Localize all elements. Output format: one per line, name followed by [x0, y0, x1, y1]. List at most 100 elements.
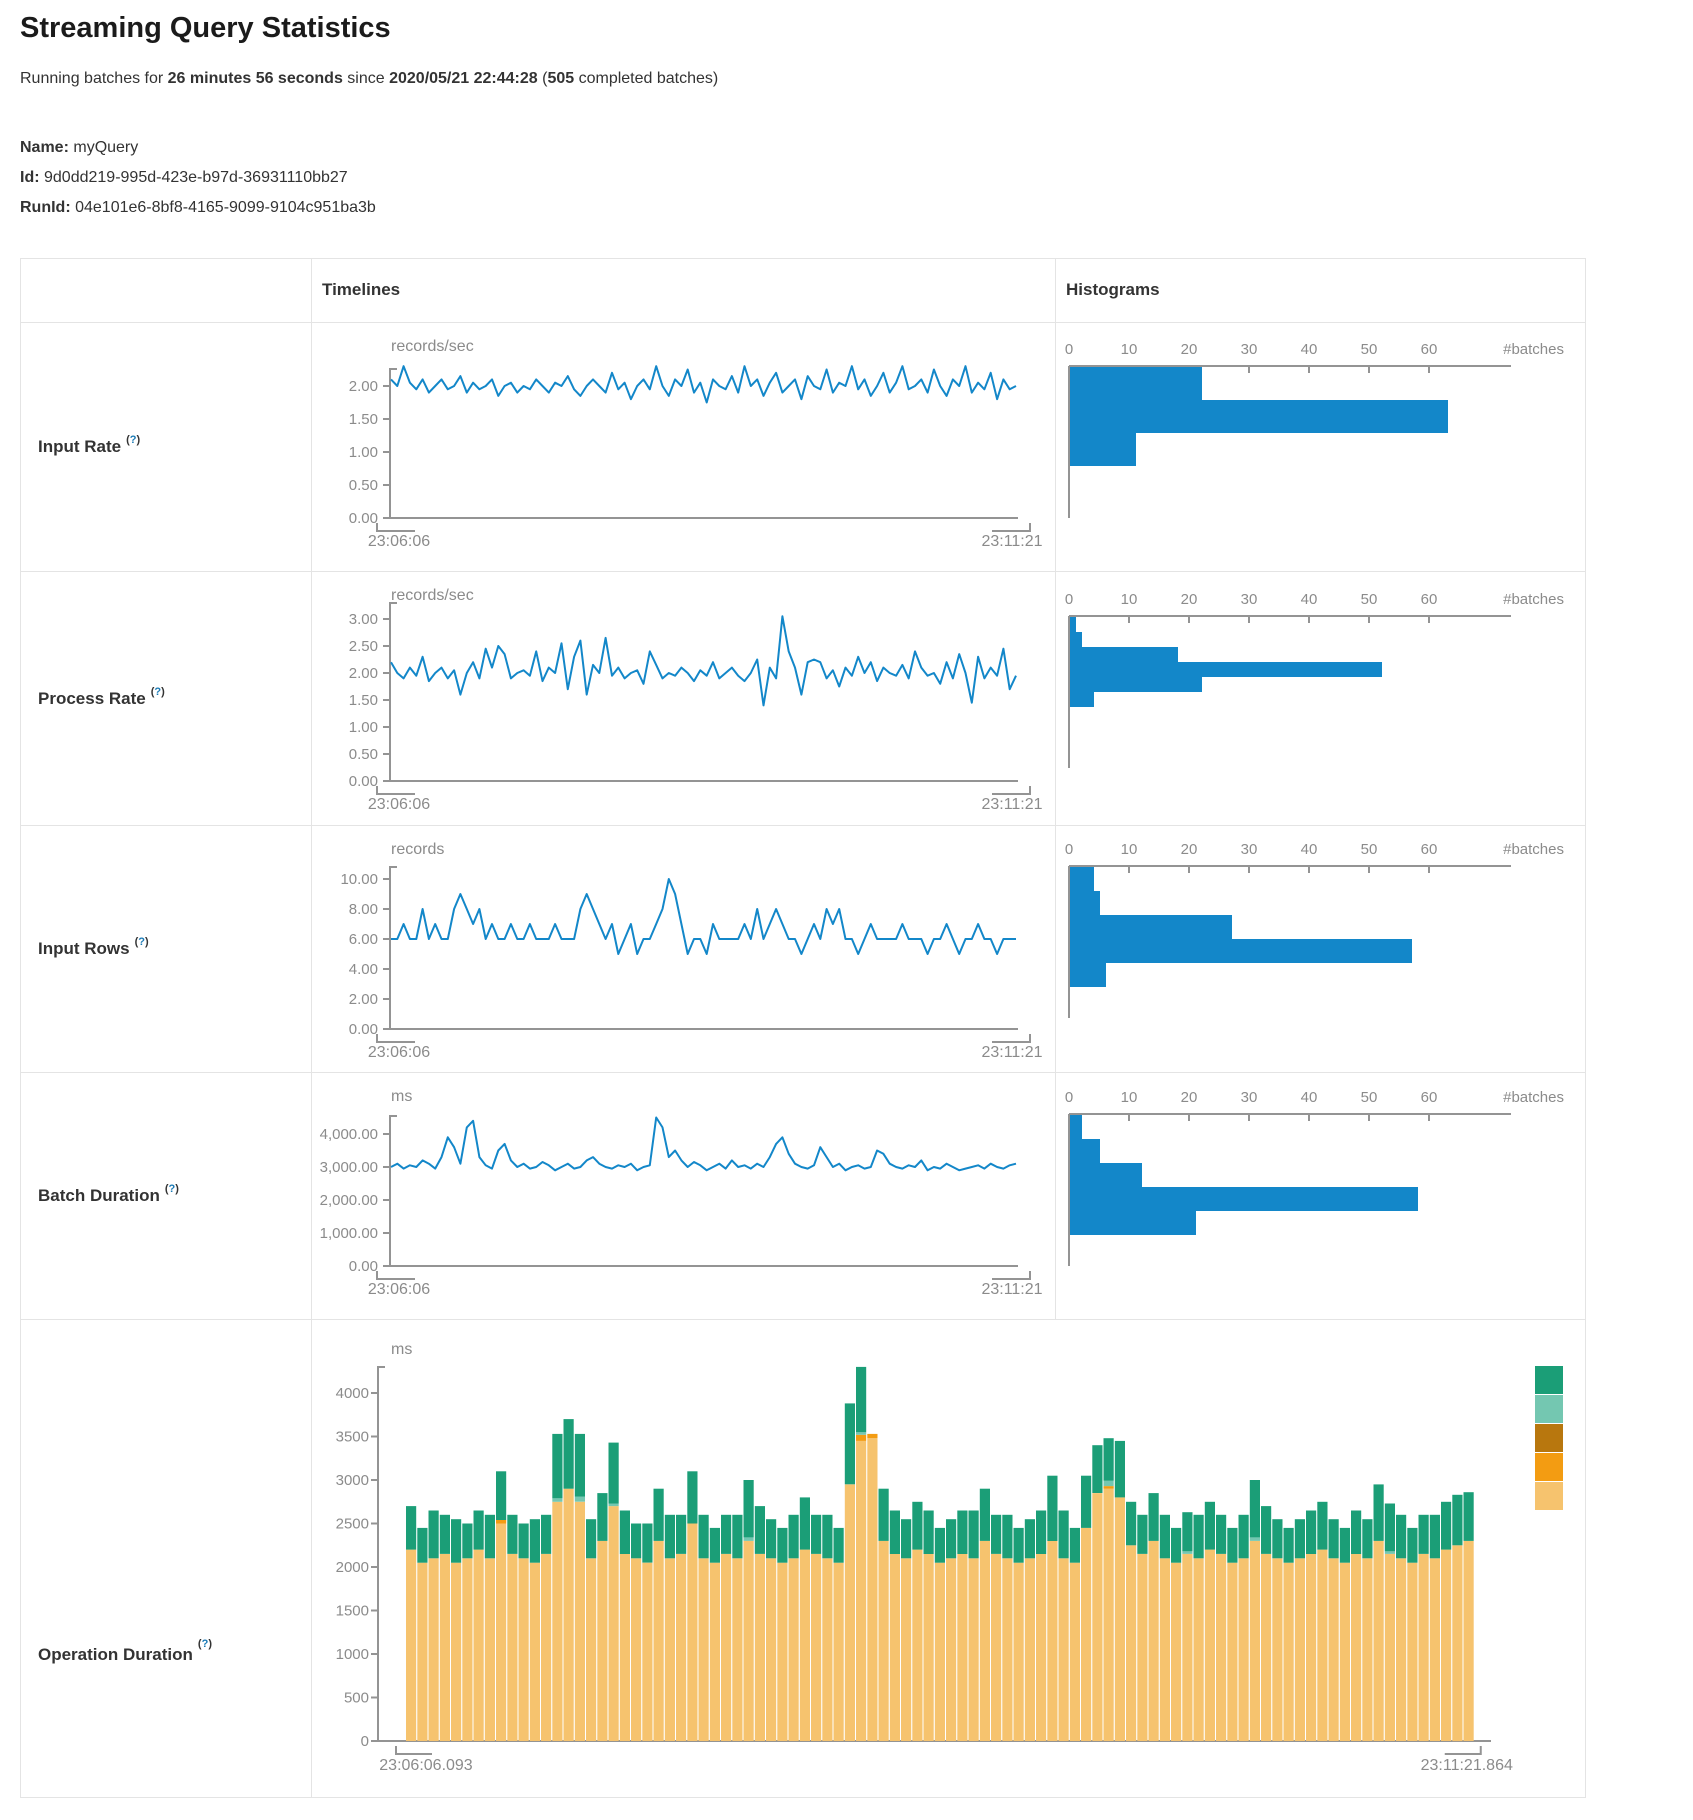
- stack-segment: [1194, 1558, 1204, 1741]
- stack-segment: [1284, 1528, 1294, 1563]
- histogram-bar: [1070, 677, 1202, 692]
- stack-segment: [732, 1515, 742, 1559]
- process-rate-timeline-cell: records/sec0.000.501.001.502.002.503.002…: [312, 572, 1056, 826]
- y-tick-label: 1.00: [349, 444, 378, 461]
- stack-segment: [564, 1489, 574, 1741]
- stack-segment: [1385, 1554, 1395, 1741]
- x-tick-label: 40: [1301, 591, 1318, 608]
- operation-duration-stacked-chart[interactable]: ms0500100015002000250030003500400023:06:…: [312, 1320, 1586, 1798]
- stack-segment: [1464, 1541, 1474, 1741]
- stack-segment: [957, 1554, 967, 1741]
- help-icon[interactable]: (?): [165, 1183, 179, 1195]
- x-tick-label: 10: [1121, 841, 1138, 858]
- stack-segment: [1115, 1497, 1125, 1741]
- x-axis-start-bracket: [396, 1746, 432, 1754]
- help-icon[interactable]: (?): [151, 686, 165, 698]
- x-axis-start-label: 23:06:06.093: [379, 1757, 473, 1774]
- stack-segment: [1452, 1495, 1462, 1546]
- stack-segment: [519, 1558, 529, 1741]
- help-icon[interactable]: (?): [126, 434, 140, 446]
- y-tick-label: 1000: [336, 1646, 369, 1663]
- stack-segment: [867, 1434, 877, 1438]
- x-tick-label: 20: [1181, 341, 1198, 358]
- y-tick-label: 3.00: [349, 611, 378, 628]
- stack-segment: [980, 1489, 990, 1541]
- y-tick-label: 10.00: [340, 871, 378, 888]
- stack-segment: [1374, 1541, 1384, 1741]
- timeline-series-line: [391, 616, 1016, 705]
- y-tick-label: 1500: [336, 1603, 369, 1620]
- x-axis-end-bracket: [992, 1271, 1030, 1279]
- stack-segment: [1059, 1558, 1069, 1741]
- stack-segment: [1272, 1519, 1282, 1558]
- stack-segment: [1396, 1515, 1406, 1559]
- x-tick-label: 20: [1181, 841, 1198, 858]
- x-tick-label: 30: [1241, 341, 1258, 358]
- histogram-bar: [1070, 867, 1094, 891]
- stack-segment: [845, 1484, 855, 1741]
- stack-segment: [721, 1554, 731, 1741]
- stack-segment: [699, 1515, 709, 1559]
- stack-segment: [417, 1528, 427, 1563]
- stack-segment: [462, 1558, 472, 1741]
- x-tick-label: 0: [1065, 591, 1073, 608]
- input-rows-histogram-cell: 0102030405060#batches: [1056, 826, 1586, 1073]
- y-tick-label: 2.00: [349, 991, 378, 1008]
- y-tick-label: 4.00: [349, 961, 378, 978]
- stack-segment: [575, 1434, 585, 1497]
- axis-unit-label: ms: [391, 1088, 412, 1105]
- stack-segment: [631, 1524, 641, 1559]
- histogram-bar: [1070, 617, 1076, 632]
- y-tick-label: 3000: [336, 1472, 369, 1489]
- help-paren: ): [175, 1183, 179, 1195]
- stack-segment: [1284, 1563, 1294, 1741]
- stack-segment: [1059, 1511, 1069, 1559]
- histogram-bar: [1070, 915, 1232, 939]
- stack-segment: [856, 1441, 866, 1741]
- summary-text: Running batches for: [20, 70, 168, 87]
- stack-segment: [867, 1438, 877, 1741]
- query-runid-row: RunId: 04e101e6-8bf8-4165-9099-9104c951b…: [20, 193, 376, 223]
- x-axis-start-bracket: [377, 1271, 415, 1279]
- input-rate-timeline-chart[interactable]: records/sec0.000.501.001.502.0023:06:062…: [312, 323, 1056, 572]
- x-tick-label: 50: [1361, 841, 1378, 858]
- stack-segment: [1014, 1563, 1024, 1741]
- input-rows-timeline-chart[interactable]: records0.002.004.006.008.0010.0023:06:06…: [312, 826, 1056, 1073]
- y-tick-label: 3,000.00: [320, 1159, 378, 1176]
- stack-segment: [721, 1515, 731, 1554]
- stack-segment: [631, 1558, 641, 1741]
- histograms-column-header: Histograms: [1056, 259, 1586, 323]
- y-tick-label: 1,000.00: [320, 1225, 378, 1242]
- stack-segment: [474, 1511, 484, 1550]
- stack-segment: [856, 1432, 866, 1435]
- streaming-query-statistics-page: Streaming Query Statistics Running batch…: [0, 0, 1693, 1820]
- help-icon[interactable]: (?): [135, 936, 149, 948]
- stack-segment: [811, 1515, 821, 1554]
- y-tick-label: 4,000.00: [320, 1126, 378, 1143]
- stack-segment: [1441, 1550, 1451, 1741]
- stack-segment: [541, 1554, 551, 1741]
- stack-segment: [1250, 1541, 1260, 1741]
- x-axis-start-bracket: [377, 523, 415, 531]
- stack-segment: [451, 1563, 461, 1741]
- timeline-series-line: [391, 366, 1016, 402]
- stack-segment: [474, 1550, 484, 1741]
- process-rate-timeline-chart[interactable]: records/sec0.000.501.001.502.002.503.002…: [312, 572, 1056, 826]
- stack-segment: [789, 1515, 799, 1559]
- page-title: Streaming Query Statistics: [20, 12, 391, 45]
- stack-segment: [1115, 1441, 1125, 1498]
- histogram-bar: [1070, 367, 1202, 400]
- batch-duration-timeline-chart[interactable]: ms0.001,000.002,000.003,000.004,000.0023…: [312, 1073, 1056, 1320]
- stack-segment: [1306, 1511, 1316, 1555]
- stack-segment: [1025, 1558, 1035, 1741]
- row-label-batch-duration: Batch Duration (?): [21, 1073, 312, 1320]
- batches-axis-label: #batches: [1503, 841, 1564, 858]
- help-icon[interactable]: (?): [198, 1638, 212, 1650]
- y-tick-label: 2.00: [349, 378, 378, 395]
- stack-segment: [496, 1520, 506, 1524]
- histogram-bar: [1070, 891, 1100, 915]
- stack-segment: [1464, 1492, 1474, 1541]
- row-label-text: Batch Duration: [38, 1186, 160, 1206]
- row-label-input-rate: Input Rate (?): [21, 323, 312, 572]
- y-tick-label: 0.00: [349, 510, 378, 527]
